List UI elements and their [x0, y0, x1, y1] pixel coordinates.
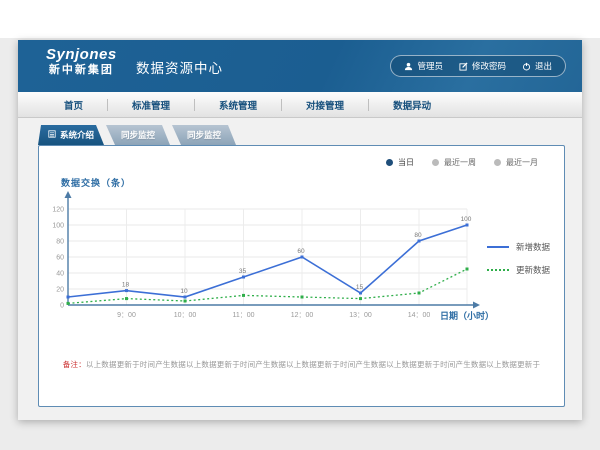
svg-text:60: 60 — [56, 255, 64, 262]
user-icon — [404, 62, 413, 71]
app-header: Synjones 新中新集团 数据资源中心 管理员 修改密码 退出 — [18, 40, 582, 92]
range-label: 最近一月 — [506, 157, 538, 168]
range-label: 当日 — [398, 157, 414, 168]
range-label: 最近一周 — [444, 157, 476, 168]
legend-label: 新增数据 — [516, 241, 550, 253]
logo-text-cn: 新中新集团 — [46, 64, 117, 76]
radio-icon — [386, 159, 393, 166]
tab-label: 同步监控 — [121, 129, 155, 141]
svg-text:13：00: 13：00 — [349, 312, 372, 319]
svg-text:0: 0 — [60, 303, 64, 310]
svg-text:120: 120 — [52, 207, 64, 214]
tab-sync-monitor-2[interactable]: 同步监控 — [172, 125, 236, 145]
logo-text-en: Synjones — [46, 47, 117, 64]
footnote: 备注：以上数据更新于时间产生数据以上数据更新于时间产生数据以上数据更新于时间产生… — [39, 359, 564, 370]
svg-text:10：00: 10：00 — [174, 312, 197, 319]
y-axis-title: 数据交换（条） — [61, 176, 131, 189]
nav-item-data-change[interactable]: 数据异动 — [369, 98, 455, 112]
footnote-text: 以上数据更新于时间产生数据以上数据更新于时间产生数据以上数据更新于时间产生数据以… — [86, 360, 540, 369]
tab-label: 系统介绍 — [60, 129, 94, 141]
admin-user-button[interactable]: 管理员 — [404, 60, 443, 72]
svg-text:60: 60 — [297, 248, 305, 255]
admin-user-label: 管理员 — [417, 60, 443, 72]
radio-icon — [494, 159, 501, 166]
svg-text:35: 35 — [239, 268, 247, 275]
svg-text:11：00: 11：00 — [232, 312, 254, 319]
legend-label: 更新数据 — [516, 264, 550, 276]
chart-legend: 新增数据 更新数据 — [487, 241, 550, 276]
solid-line-icon — [487, 246, 509, 248]
nav-item-system-mgmt[interactable]: 系统管理 — [195, 98, 281, 112]
radio-icon — [432, 159, 439, 166]
range-option-last-month[interactable]: 最近一月 — [494, 157, 538, 168]
svg-text:9：00: 9：00 — [117, 312, 136, 319]
svg-text:10: 10 — [180, 288, 188, 295]
svg-text:18: 18 — [122, 282, 130, 289]
change-password-label: 修改密码 — [472, 60, 506, 72]
time-range-filter: 当日 最近一周 最近一月 — [386, 157, 538, 168]
user-toolbar: 管理员 修改密码 退出 — [390, 55, 566, 77]
footnote-prefix: 备注： — [63, 360, 86, 369]
logout-button[interactable]: 退出 — [522, 60, 552, 72]
svg-text:日期（小时）: 日期（小时） — [440, 310, 494, 321]
svg-text:80: 80 — [56, 239, 64, 246]
tab-sync-monitor-1[interactable]: 同步监控 — [106, 125, 170, 145]
tab-label: 同步监控 — [187, 129, 221, 141]
tab-bar: 系统介绍 同步监控 同步监控 — [38, 125, 236, 145]
svg-text:12：00: 12：00 — [291, 312, 314, 319]
svg-text:100: 100 — [461, 216, 472, 223]
svg-text:80: 80 — [414, 232, 422, 239]
legend-item-update-data[interactable]: 更新数据 — [487, 264, 550, 276]
line-chart: 0 20 40 60 80 100 120 9：00 10：00 11：00 12：00 13：00 1… — [47, 190, 515, 336]
app-window: Synjones 新中新集团 数据资源中心 管理员 修改密码 退出 — [18, 40, 582, 420]
legend-item-new-data[interactable]: 新增数据 — [487, 241, 550, 253]
svg-text:20: 20 — [56, 287, 64, 294]
logout-label: 退出 — [535, 60, 552, 72]
svg-text:40: 40 — [56, 271, 64, 278]
main-nav: 首页 标准管理 系统管理 对接管理 数据异动 — [18, 92, 582, 118]
nav-item-home[interactable]: 首页 — [40, 98, 107, 112]
content-panel: 当日 最近一周 最近一月 数据交换（条） 0 20 40 60 80 100 120 9：00… — [38, 145, 565, 407]
range-option-today[interactable]: 当日 — [386, 157, 414, 168]
document-icon — [48, 130, 56, 140]
edit-icon — [459, 62, 468, 71]
dotted-line-icon — [487, 269, 509, 271]
svg-text:14：00: 14：00 — [408, 312, 431, 319]
svg-text:100: 100 — [52, 223, 64, 230]
nav-item-interface-mgmt[interactable]: 对接管理 — [282, 98, 368, 112]
power-icon — [522, 62, 531, 71]
company-logo: Synjones 新中新集团 — [46, 47, 117, 76]
page-title: 数据资源中心 — [136, 57, 223, 77]
svg-text:15: 15 — [356, 284, 364, 291]
nav-item-standard-mgmt[interactable]: 标准管理 — [108, 98, 194, 112]
range-option-last-week[interactable]: 最近一周 — [432, 157, 476, 168]
tab-system-intro[interactable]: 系统介绍 — [38, 125, 104, 145]
change-password-button[interactable]: 修改密码 — [459, 60, 506, 72]
